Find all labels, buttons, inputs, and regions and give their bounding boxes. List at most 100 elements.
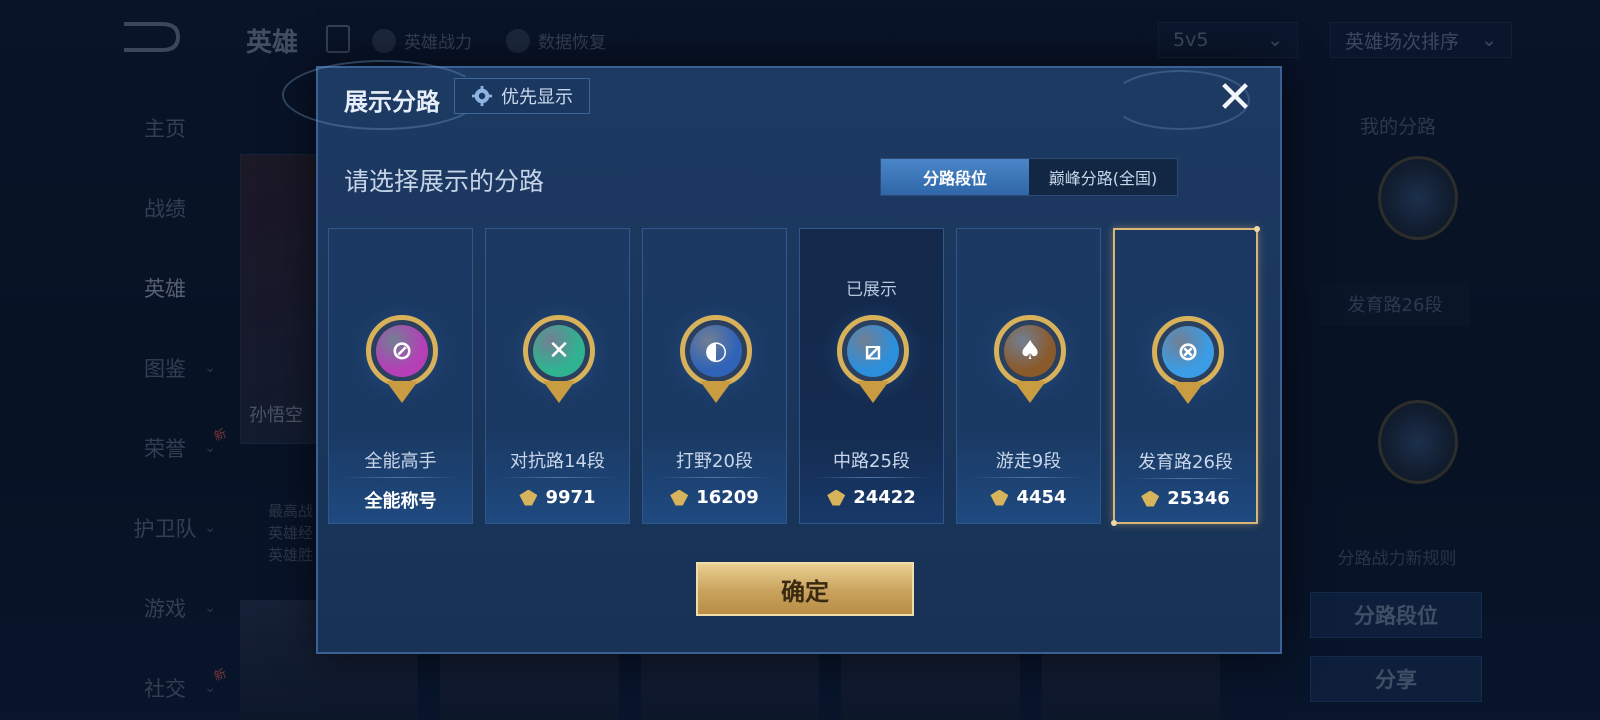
- lane-card[interactable]: ⊗ 发育路26段 25346: [1111, 226, 1261, 526]
- sidebar-item-heroes[interactable]: 英雄: [100, 248, 230, 328]
- divider: [657, 477, 772, 478]
- power-icon: [990, 489, 1009, 506]
- lane-card[interactable]: ⊘ 全能高手全能称号: [328, 228, 473, 524]
- jungle-icon: ◐: [666, 301, 766, 405]
- lane-value: 24422: [800, 487, 943, 508]
- hero-card-name: 孙悟空: [249, 405, 303, 426]
- lane-value-text: 4454: [1016, 487, 1067, 508]
- lane-value-text: 16209: [696, 487, 759, 508]
- sidebar-item-game[interactable]: 游戏 ⌄: [100, 568, 230, 648]
- mid-lane-icon: [1378, 400, 1458, 484]
- power-icon: [519, 489, 538, 506]
- sidebar-item-label: 社交: [144, 677, 186, 701]
- lane-name: 全能高手: [364, 451, 437, 472]
- lane-card[interactable]: ◐ 打野20段 16209: [642, 228, 787, 524]
- sidebar-item-label: 护卫队: [133, 517, 197, 541]
- sidebar: 主页 战绩 英雄 图鉴 ⌄ 荣誉新 ⌄ 护卫队 ⌄ 游戏 ⌄ 社交新 ⌄: [100, 88, 230, 720]
- lane-card-list: ⊘ 全能高手全能称号 ✕ 对抗路14段 9971 ◐ 打野20段 16209 已展示 ⧄ 中路25段…: [328, 226, 1261, 526]
- dialog-header: 展示分路 优先显示 ✕: [318, 68, 1280, 128]
- sidebar-item-honor[interactable]: 荣誉新 ⌄: [100, 408, 230, 488]
- power-icon: [827, 489, 846, 506]
- list-icon[interactable]: [326, 25, 350, 53]
- confirm-button[interactable]: 确定: [696, 562, 914, 616]
- lane-card[interactable]: ✕ 对抗路14段 9971: [485, 228, 630, 524]
- priority-display-label: 优先显示: [501, 87, 573, 108]
- hero-power-label: 英雄战力: [404, 33, 472, 53]
- power-icon: [670, 489, 689, 506]
- dialog-title: 展示分路: [344, 88, 440, 116]
- farm-lane-icon: [1378, 156, 1458, 240]
- tab-lane-rank[interactable]: 分路段位: [881, 159, 1029, 195]
- chevron-down-icon: ⌄: [204, 520, 216, 536]
- selection-corner: [1111, 520, 1117, 526]
- sidebar-item-home[interactable]: 主页: [100, 88, 230, 168]
- hero-card-stats: 最高战 英雄经 英雄胜: [268, 500, 313, 566]
- hero-power-link[interactable]: 英雄战力: [372, 28, 472, 53]
- hero-card[interactable]: 孙悟空: [240, 154, 320, 444]
- lane-card[interactable]: ♠ 游走9段 4454: [956, 228, 1101, 524]
- mode-select[interactable]: 5v5 ⌄: [1158, 22, 1298, 58]
- sidebar-item-guard[interactable]: 护卫队 ⌄: [100, 488, 230, 568]
- clash-lane-icon: ✕: [509, 301, 609, 405]
- hero-stat-line: 最高战: [268, 502, 314, 520]
- chevron-down-icon: ⌄: [204, 600, 216, 616]
- lane-name: 游走9段: [995, 451, 1062, 472]
- helmet-icon: [372, 28, 396, 53]
- chevron-down-icon: ⌄: [204, 440, 216, 456]
- lane-value: 9971: [486, 487, 629, 508]
- lane-tab-switch: 分路段位 巅峰分路(全国): [880, 158, 1178, 196]
- sidebar-item-label: 战绩: [144, 197, 186, 221]
- lane-value: 4454: [957, 487, 1100, 508]
- lane-name: 打野20段: [676, 451, 753, 472]
- lane-name: 对抗路14段: [510, 451, 605, 472]
- hero-stat-line: 英雄胜: [268, 546, 314, 564]
- chevron-down-icon: ⌄: [1267, 29, 1283, 51]
- dialog-subtitle: 请选择展示的分路: [344, 167, 545, 196]
- lane-value-text: 25346: [1167, 488, 1230, 509]
- mid-lane-icon: ⧄: [823, 301, 923, 405]
- lane-value: 全能称号: [329, 487, 472, 513]
- shown-tag: 已展示: [846, 280, 897, 300]
- priority-display-button[interactable]: 优先显示: [454, 78, 590, 114]
- lane-value-text: 9971: [545, 487, 596, 508]
- sidebar-item-records[interactable]: 战绩: [100, 168, 230, 248]
- selection-corner: [1254, 226, 1261, 232]
- badge-core: ⊘: [376, 325, 428, 377]
- sidebar-item-label: 英雄: [144, 277, 186, 301]
- gear-icon: [471, 85, 493, 107]
- chevron-down-icon: ⌄: [1481, 29, 1497, 51]
- chevron-down-icon: ⌄: [204, 360, 216, 376]
- sort-select[interactable]: 英雄场次排序 ⌄: [1330, 22, 1512, 58]
- tab-peak-lane[interactable]: 巅峰分路(全国): [1029, 159, 1177, 195]
- lane-rules-link[interactable]: 分路战力新规则: [1312, 544, 1482, 569]
- close-icon[interactable]: ✕: [1214, 76, 1256, 120]
- my-lane-title: 我的分路: [1360, 116, 1437, 138]
- lane-value-text: 24422: [853, 487, 916, 508]
- restore-icon: [506, 28, 530, 53]
- lane-value-text: 全能称号: [364, 491, 437, 512]
- divider: [814, 477, 929, 478]
- badge-core: ⊗: [1162, 326, 1214, 378]
- sidebar-item-label: 图鉴: [144, 357, 186, 381]
- chevron-down-icon: ⌄: [204, 680, 216, 696]
- share-button[interactable]: 分享: [1310, 656, 1482, 702]
- lane-value: 16209: [643, 487, 786, 508]
- lane-card[interactable]: 已展示 ⧄ 中路25段 24422: [799, 228, 944, 524]
- farm-lane-icon: ⊗: [1138, 302, 1238, 406]
- divider: [500, 477, 615, 478]
- lane-rank-button[interactable]: 分路段位: [1310, 592, 1482, 638]
- badge-core: ✕: [533, 325, 585, 377]
- divider: [1129, 478, 1243, 479]
- badge-core: ◐: [690, 325, 742, 377]
- sort-select-value: 英雄场次排序: [1345, 30, 1460, 53]
- data-restore-label: 数据恢复: [538, 33, 606, 53]
- power-icon: [1141, 490, 1160, 507]
- mode-select-value: 5v5: [1173, 29, 1209, 51]
- sidebar-item-gallery[interactable]: 图鉴 ⌄: [100, 328, 230, 408]
- sidebar-item-label: 游戏: [144, 597, 186, 621]
- badge-core: ♠: [1004, 325, 1056, 377]
- back-icon[interactable]: [118, 20, 184, 54]
- sidebar-item-social[interactable]: 社交新 ⌄: [100, 648, 230, 720]
- lane-display-dialog: 展示分路 优先显示 ✕ 请选择展示的分路 分路段位 巅峰分路(全国) ⊘ 全能高手…: [282, 60, 1282, 654]
- data-restore-link[interactable]: 数据恢复: [506, 28, 606, 53]
